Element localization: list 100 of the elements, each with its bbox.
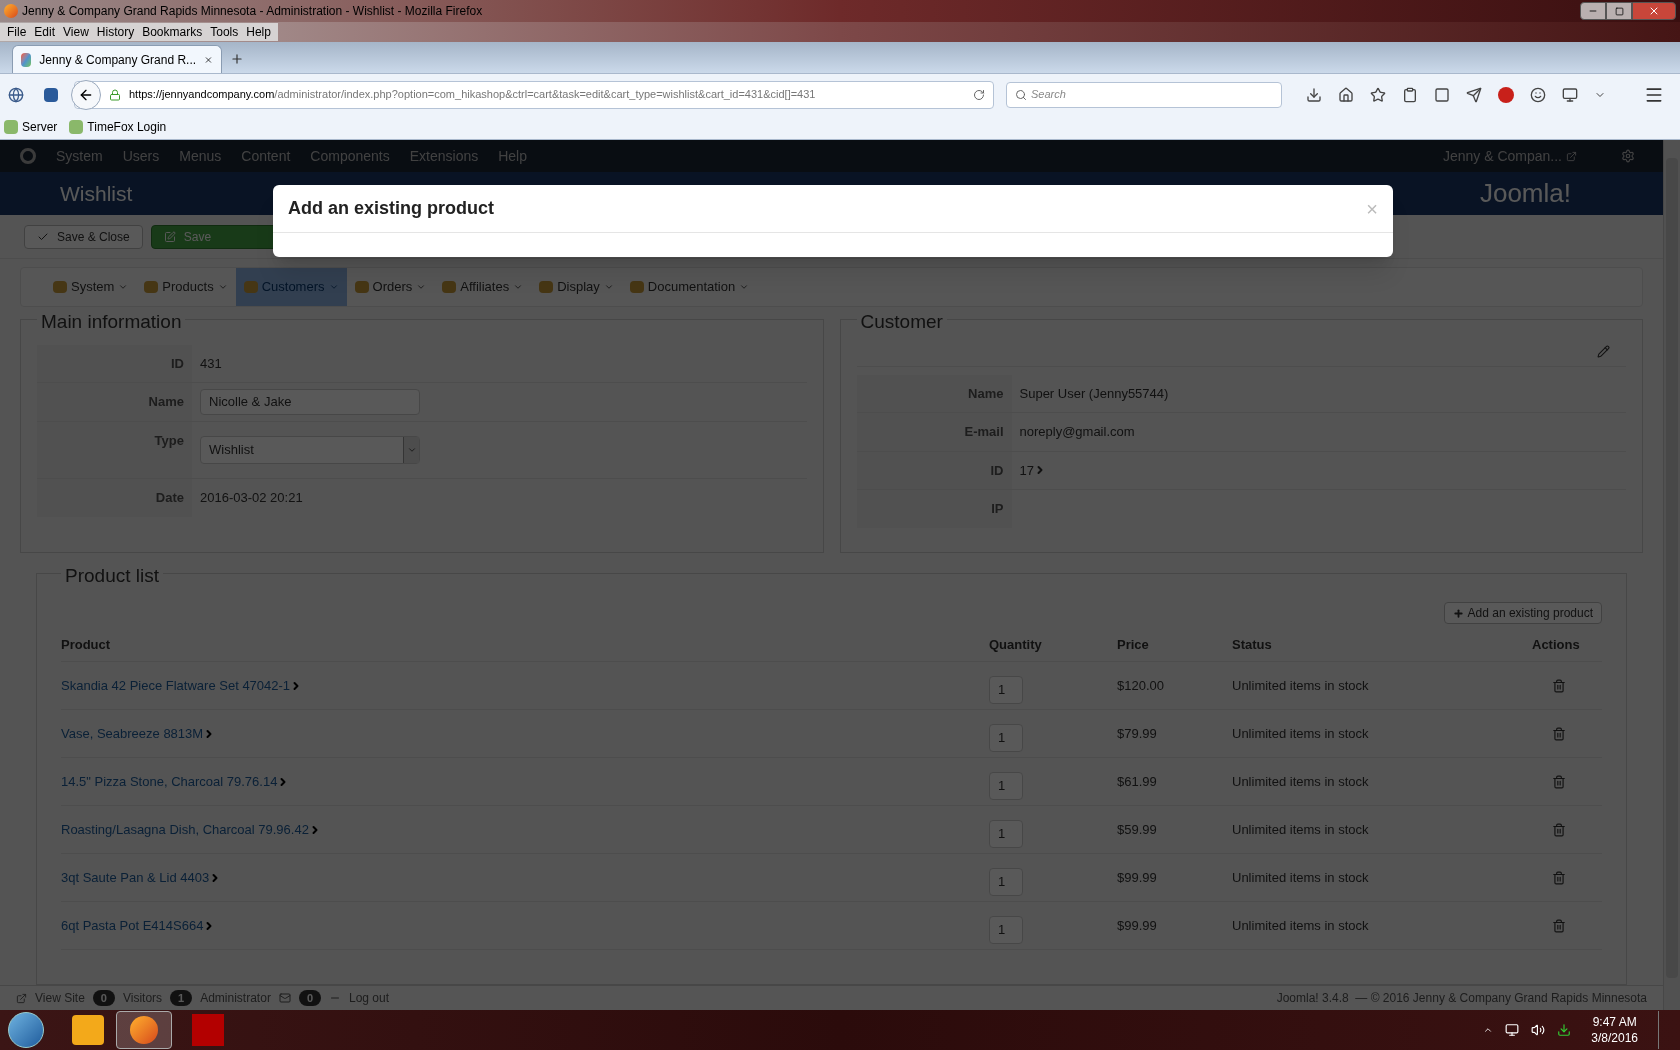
quantity-input[interactable]: 1 <box>989 867 1023 896</box>
caret-icon <box>406 445 417 455</box>
administrator-label: Administrator <box>200 990 271 1007</box>
menu-item[interactable]: History <box>93 23 138 41</box>
page-title: Wishlist <box>60 180 133 207</box>
bookmark-item[interactable]: TimeFox Login <box>69 118 167 136</box>
menu-item[interactable]: View <box>60 23 92 41</box>
price-cell-text: $120.00 <box>1117 676 1165 695</box>
caret-icon <box>217 282 228 292</box>
back-button[interactable] <box>71 79 101 110</box>
status-cell-text: Unlimited items in stock <box>1232 820 1370 839</box>
delete-icon[interactable] <box>1552 774 1566 789</box>
menu-item[interactable]: Edit <box>31 23 59 41</box>
status-cell-text: Unlimited items in stock <box>1232 724 1370 743</box>
minimize-button[interactable] <box>1580 2 1606 20</box>
search-icon <box>1015 88 1027 101</box>
product-link[interactable]: Skandia 42 Piece Flatware Set 47042-1 <box>61 675 291 696</box>
status-cell-text: Unlimited items in stock <box>1232 772 1370 791</box>
product-link[interactable]: 6qt Pasta Pot E414S664 <box>61 915 204 936</box>
window-title: Jenny & Company Grand Rapids Minnesota - Administration - Wishlist - Mozilla Firefox <box>22 3 483 20</box>
new-tab-icon[interactable] <box>230 52 244 66</box>
submenu-tab[interactable]: Display <box>531 268 622 306</box>
home-icon[interactable] <box>1338 86 1354 103</box>
maximize-icon <box>1614 6 1624 16</box>
quantity-input[interactable]: 1 <box>989 771 1023 800</box>
scrollbar[interactable] <box>1663 140 1680 1010</box>
add-product-button[interactable]: Add an existing product <box>1443 602 1602 624</box>
quantity-input[interactable]: 1 <box>989 723 1023 752</box>
column-header: Product <box>61 635 112 654</box>
close-button[interactable] <box>1632 2 1676 20</box>
count-badge: 0 <box>298 989 321 1007</box>
field-value: Super User (Jenny55744) <box>1019 384 1169 403</box>
delete-icon[interactable] <box>1552 726 1566 741</box>
download-icon[interactable] <box>1306 86 1322 103</box>
field-value: noreply@gmail.com <box>1019 423 1135 441</box>
edit-icon <box>163 230 176 243</box>
caret-icon <box>416 282 427 292</box>
edit-icon[interactable] <box>1597 344 1610 358</box>
column-header: Quantity <box>989 635 1043 654</box>
screen-icon[interactable] <box>1562 86 1578 103</box>
browser-tab[interactable]: Jenny & Company Grand R... <box>12 45 222 73</box>
external-link-icon <box>1566 150 1577 162</box>
type-select[interactable]: Wishlist <box>200 436 420 464</box>
submenu-tab[interactable]: System <box>45 268 137 306</box>
price-cell-text: $61.99 <box>1117 772 1158 791</box>
search-placeholder: Search <box>1031 87 1066 103</box>
view-site-link[interactable]: View Site <box>35 989 85 1007</box>
caret-icon <box>118 282 129 292</box>
delete-icon[interactable] <box>1552 678 1566 693</box>
visitors-label: Visitors <box>122 990 163 1007</box>
price-cell-text: $59.99 <box>1117 820 1158 839</box>
search-field[interactable]: Search <box>1006 81 1282 108</box>
submenu-tab[interactable]: Orders <box>346 268 435 306</box>
quantity-input[interactable]: 1 <box>989 675 1023 704</box>
price-cell-text: $99.99 <box>1117 916 1158 935</box>
status-cell-text: Unlimited items in stock <box>1232 676 1370 695</box>
volume-icon[interactable] <box>1531 1023 1546 1037</box>
site-favicon-icon <box>21 52 32 67</box>
send-icon[interactable] <box>1466 86 1482 103</box>
settings-icon[interactable] <box>1621 149 1635 163</box>
field-value[interactable]: 17 <box>1019 460 1046 480</box>
mail-icon <box>278 992 291 1004</box>
quantity-input[interactable]: 1 <box>989 915 1023 944</box>
globe-icon[interactable] <box>8 86 24 103</box>
lock-icon <box>109 88 121 101</box>
bookmark-star-icon[interactable] <box>1370 86 1386 103</box>
product-link[interactable]: 14.5" Pizza Stone, Charcoal 79.76.14 <box>61 771 278 792</box>
name-input[interactable]: Nicolle & Jake <box>200 389 420 415</box>
field-value: 431 <box>200 354 222 373</box>
modal-title: Add an existing product <box>288 197 494 220</box>
clock-time: 9:47 AM <box>1592 1014 1637 1030</box>
count-badge: 1 <box>170 989 193 1007</box>
clipboard-icon[interactable] <box>1402 86 1418 103</box>
quantity-input[interactable]: 1 <box>989 819 1023 848</box>
joomla-logo: Joomla! <box>1479 177 1571 210</box>
column-header: Price <box>1117 635 1150 654</box>
modal-close-button[interactable]: × <box>1366 198 1378 219</box>
count-badge: 0 <box>92 989 115 1007</box>
product-link[interactable]: Vase, Seabreeze 8813M <box>61 723 204 744</box>
menu-item[interactable]: Help <box>243 23 274 41</box>
submenu-tab[interactable]: Affiliates <box>434 268 532 306</box>
close-icon <box>1648 5 1660 17</box>
menu-item[interactable]: File <box>4 23 30 41</box>
reload-icon[interactable] <box>973 88 985 101</box>
product-link[interactable]: 3qt Saute Pan & Lid 4403 <box>61 867 210 888</box>
maximize-button[interactable] <box>1606 2 1632 20</box>
delete-icon[interactable] <box>1552 870 1566 885</box>
caret-icon <box>603 282 614 292</box>
toolbar-button[interactable]: Save & Close <box>24 224 143 249</box>
product-link[interactable]: Roasting/Lasagna Dish, Charcoal 79.96.42 <box>61 819 309 840</box>
column-header: Actions <box>1532 635 1581 654</box>
delete-icon[interactable] <box>1552 918 1566 933</box>
delete-icon[interactable] <box>1552 822 1566 837</box>
price-cell-text: $79.99 <box>1117 724 1158 743</box>
bookmark-item[interactable]: Server <box>4 118 58 136</box>
submenu-tab[interactable]: Documentation <box>621 268 758 306</box>
menu-item[interactable]: Bookmarks <box>139 23 206 41</box>
start-button[interactable] <box>8 1012 44 1048</box>
submenu-tab[interactable]: Products <box>136 268 236 306</box>
menu-item[interactable]: Tools <box>207 23 242 41</box>
